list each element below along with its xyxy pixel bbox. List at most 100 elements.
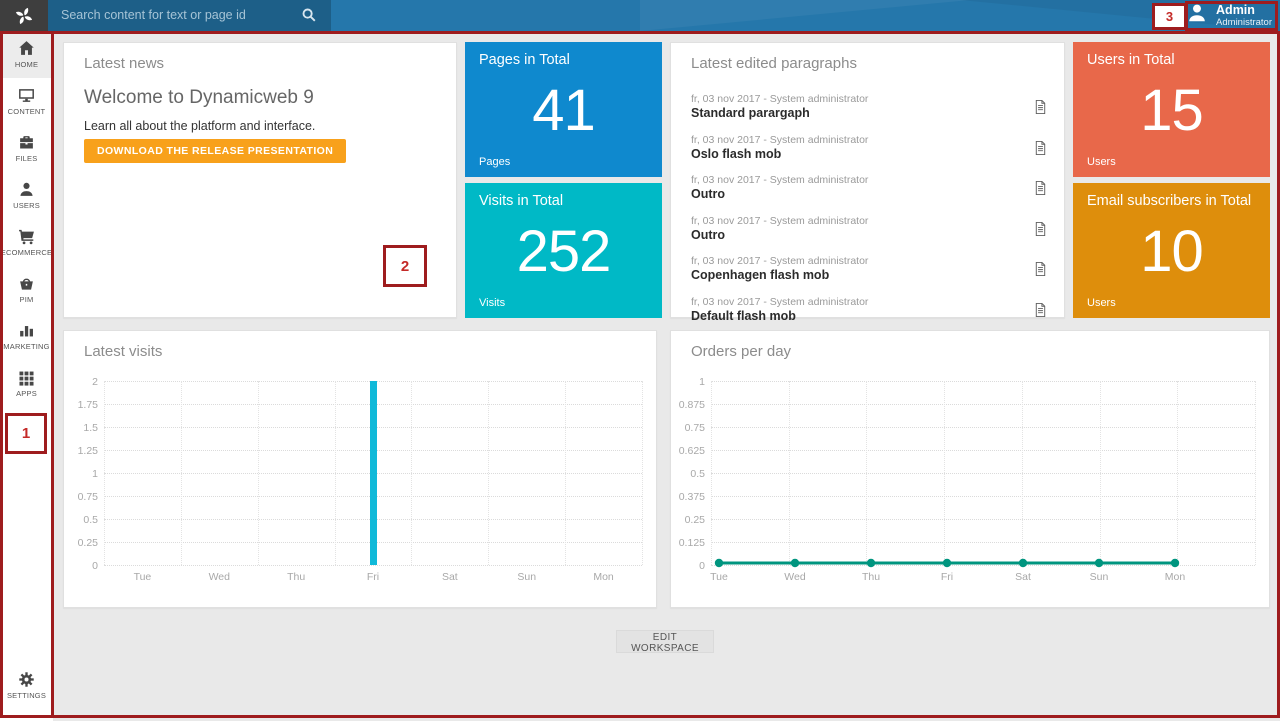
tile-title: Email subscribers in Total xyxy=(1087,193,1251,209)
paragraph-row[interactable]: fr, 03 nov 2017 - System administratorSt… xyxy=(691,87,1052,128)
y-axis: 21.751.51.2510.750.50.250 xyxy=(64,381,98,565)
gridline xyxy=(642,381,643,565)
gridline xyxy=(335,381,336,565)
y-tick-label: 0.25 xyxy=(685,514,705,526)
dynamicweb-logo-icon[interactable] xyxy=(0,0,48,31)
paragraph-row[interactable]: fr, 03 nov 2017 - System administratorOu… xyxy=(691,209,1052,250)
paragraph-row[interactable]: fr, 03 nov 2017 - System administratorOu… xyxy=(691,168,1052,209)
paragraph-row[interactable]: fr, 03 nov 2017 - System administratorOs… xyxy=(691,128,1052,169)
news-body: Learn all about the platform and interfa… xyxy=(84,119,315,133)
tile-value: 15 xyxy=(1073,68,1270,154)
document-icon[interactable] xyxy=(1033,99,1048,116)
user-icon xyxy=(1186,2,1208,29)
gridline xyxy=(104,381,105,565)
paragraph-meta: fr, 03 nov 2017 - System administrator xyxy=(691,249,1052,267)
chart-title: Latest visits xyxy=(84,343,162,360)
tile-label: Visits xyxy=(479,297,505,309)
y-tick-label: 1 xyxy=(92,468,98,480)
user-name: Admin xyxy=(1216,4,1272,17)
sidebar-item-label: ECOMMERCE xyxy=(1,248,52,257)
sidebar-item-home[interactable]: HOME xyxy=(0,31,53,78)
tile-title: Visits in Total xyxy=(479,193,563,209)
x-tick-label: Fri xyxy=(941,571,953,583)
top-bar: Search content for text or page id Admin… xyxy=(0,0,1280,31)
gridline xyxy=(104,565,642,566)
users-total-tile[interactable]: Users in Total 15 Users xyxy=(1073,42,1270,177)
user-role: Administrator xyxy=(1216,17,1272,28)
sidebar-item-label: SETTINGS xyxy=(7,691,46,700)
gear-icon xyxy=(18,671,35,688)
x-tick-label: Mon xyxy=(593,571,613,583)
y-tick-label: 0.5 xyxy=(690,468,705,480)
document-icon[interactable] xyxy=(1033,302,1048,319)
y-tick-label: 1.5 xyxy=(83,422,98,434)
visits-total-tile[interactable]: Visits in Total 252 Visits xyxy=(465,183,662,318)
y-tick-label: 0.75 xyxy=(685,422,705,434)
document-icon[interactable] xyxy=(1033,140,1048,157)
grid-icon xyxy=(18,369,35,386)
sidebar-item-files[interactable]: FILES xyxy=(0,125,53,172)
x-tick-label: Tue xyxy=(710,571,728,583)
paragraph-name: Standard parargaph xyxy=(691,106,1052,120)
paragraph-row[interactable]: fr, 03 nov 2017 - System administratorDe… xyxy=(691,290,1052,331)
tile-title: Users in Total xyxy=(1087,52,1175,68)
sidebar-item-label: PIM xyxy=(20,295,34,304)
tile-label: Users xyxy=(1087,297,1116,309)
x-tick-label: Wed xyxy=(784,571,805,583)
sidebar-items: HOME CONTENT FILES USERS ECOMMERCE PIM MARKETI… xyxy=(0,31,53,407)
sidebar-item-marketing[interactable]: MARKETING xyxy=(0,313,53,360)
x-tick-label: Thu xyxy=(862,571,880,583)
sidebar-bottom: SETTINGS xyxy=(0,662,53,709)
sidebar-item-apps[interactable]: APPS xyxy=(0,360,53,407)
briefcase-icon xyxy=(18,134,35,151)
x-axis: TueWedThuFriSatSunMon xyxy=(104,571,642,585)
paragraph-meta: fr, 03 nov 2017 - System administrator xyxy=(691,128,1052,146)
x-tick-label: Thu xyxy=(287,571,305,583)
sidebar-item-pim[interactable]: PIM xyxy=(0,266,53,313)
tile-title: Pages in Total xyxy=(479,52,570,68)
y-tick-label: 0.75 xyxy=(78,491,98,503)
document-icon[interactable] xyxy=(1033,221,1048,238)
user-icon xyxy=(18,181,35,198)
x-tick-label: Mon xyxy=(1165,571,1185,583)
x-tick-label: Sat xyxy=(442,571,458,583)
home-icon xyxy=(18,40,35,57)
sidebar-item-content[interactable]: CONTENT xyxy=(0,78,53,125)
search-input[interactable]: Search content for text or page id xyxy=(48,0,331,31)
y-tick-label: 1.25 xyxy=(78,445,98,457)
y-tick-label: 1.75 xyxy=(78,399,98,411)
tile-value: 41 xyxy=(465,68,662,154)
sidebar-item-label: HOME xyxy=(15,60,38,69)
pages-total-tile[interactable]: Pages in Total 41 Pages xyxy=(465,42,662,177)
user-menu[interactable]: Admin Administrator xyxy=(1186,2,1272,29)
bar-fri xyxy=(370,381,377,565)
sidebar-item-label: APPS xyxy=(16,389,37,398)
y-tick-label: 0 xyxy=(92,560,98,572)
paragraph-list: fr, 03 nov 2017 - System administrator St… xyxy=(691,87,1052,330)
gridline xyxy=(181,381,182,565)
download-presentation-button[interactable]: DOWNLOAD THE RELEASE PRESENTATION xyxy=(84,139,346,163)
paragraph-name: Oslo flash mob xyxy=(691,147,1052,161)
document-icon[interactable] xyxy=(1033,180,1048,197)
email-subscribers-total-tile[interactable]: Email subscribers in Total 10 Users xyxy=(1073,183,1270,318)
line-series xyxy=(711,381,1255,565)
plot-area xyxy=(104,381,642,565)
card-title: Latest news xyxy=(84,55,164,72)
search-icon[interactable] xyxy=(301,7,317,28)
gridline xyxy=(565,381,566,565)
latest-news-card: Latest news Welcome to Dynamicweb 9 Lear… xyxy=(63,42,457,318)
paragraph-row[interactable]: fr, 03 nov 2017 - System administratorCo… xyxy=(691,249,1052,290)
gridline xyxy=(411,381,412,565)
y-tick-label: 0.375 xyxy=(679,491,705,503)
y-tick-label: 0.125 xyxy=(679,537,705,549)
sidebar-item-label: FILES xyxy=(16,154,38,163)
gridline xyxy=(488,381,489,565)
sidebar-item-users[interactable]: USERS xyxy=(0,172,53,219)
document-icon[interactable] xyxy=(1033,261,1048,278)
sidebar-item-label: CONTENT xyxy=(8,107,46,116)
y-tick-label: 0.5 xyxy=(83,514,98,526)
sidebar-item-settings[interactable]: SETTINGS xyxy=(0,662,53,709)
edit-workspace-button[interactable]: EDIT WORKSPACE xyxy=(616,630,714,653)
sidebar-item-ecommerce[interactable]: ECOMMERCE xyxy=(0,219,53,266)
paragraph-name: Outro xyxy=(691,187,1052,201)
